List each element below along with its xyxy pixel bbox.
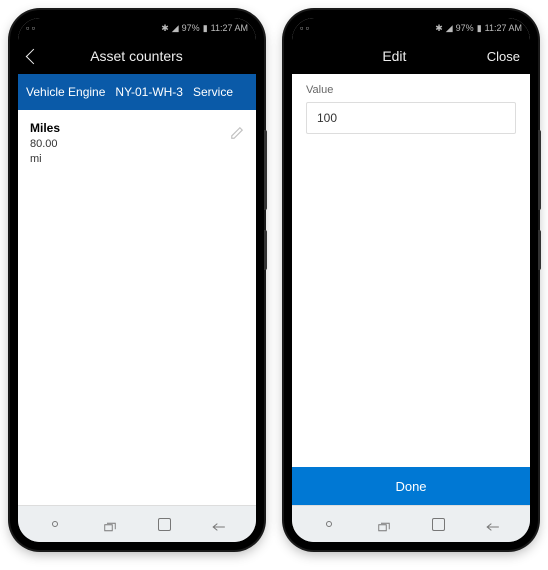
content-area: Value 100 Done [292, 74, 530, 505]
counter-unit: mi [30, 152, 60, 167]
page-title: Edit [302, 48, 487, 64]
content-area: Miles 80.00 mi [18, 110, 256, 505]
counter-row[interactable]: Miles 80.00 mi [18, 110, 256, 178]
asset-breadcrumb: Vehicle Engine NY-01-WH-3 Service [18, 74, 256, 110]
battery-pct: 97% [182, 23, 200, 33]
app-header: Edit Close [292, 38, 530, 74]
page-title: Asset counters [27, 48, 246, 64]
value-label: Value [306, 84, 516, 96]
counter-name: Miles [30, 120, 60, 137]
app-header: Asset counters [18, 38, 256, 74]
android-nav-bar [18, 505, 256, 542]
power-button [538, 230, 541, 270]
volume-button [264, 130, 267, 210]
bluetooth-icon: ✱ [435, 23, 443, 34]
asset-id: NY-01-WH-3 [115, 85, 183, 99]
signal-icon: ◢ [172, 23, 179, 34]
status-icons-left: ▫ ▫ [26, 23, 35, 33]
battery-icon: ▮ [477, 23, 482, 34]
asset-extra: Service [193, 85, 233, 99]
counter-info: Miles 80.00 mi [30, 120, 60, 168]
bluetooth-icon: ✱ [161, 23, 169, 34]
signal-icon: ◢ [446, 23, 453, 34]
nav-back-icon[interactable] [211, 516, 227, 532]
asset-type: Vehicle Engine [26, 85, 105, 99]
nav-home-icon[interactable] [430, 516, 446, 532]
screen-left: ▫ ▫ ✱ ◢ 97% ▮ 11:27 AM Asset counters Ve… [18, 18, 256, 542]
nav-menu-icon[interactable] [47, 516, 63, 532]
battery-pct: 97% [456, 23, 474, 33]
clock: 11:27 AM [485, 23, 522, 33]
done-button[interactable]: Done [292, 467, 530, 505]
nav-menu-icon[interactable] [321, 516, 337, 532]
phone-left: ▫ ▫ ✱ ◢ 97% ▮ 11:27 AM Asset counters Ve… [10, 10, 264, 550]
nav-back-icon[interactable] [485, 516, 501, 532]
phone-right: ▫ ▫ ✱ ◢ 97% ▮ 11:27 AM Edit Close Value … [284, 10, 538, 550]
nav-recent-icon[interactable] [376, 516, 392, 532]
value-input[interactable]: 100 [306, 102, 516, 134]
screen-right: ▫ ▫ ✱ ◢ 97% ▮ 11:27 AM Edit Close Value … [292, 18, 530, 542]
battery-icon: ▮ [203, 23, 208, 34]
form-area: Value 100 [292, 74, 530, 144]
pencil-icon[interactable] [230, 126, 244, 140]
status-icons-left: ▫ ▫ [300, 23, 309, 33]
nav-recent-icon[interactable] [102, 516, 118, 532]
nav-home-icon[interactable] [156, 516, 172, 532]
clock: 11:27 AM [211, 23, 248, 33]
counter-value: 80.00 [30, 137, 60, 152]
status-bar: ▫ ▫ ✱ ◢ 97% ▮ 11:27 AM [292, 18, 530, 38]
volume-button [538, 130, 541, 210]
power-button [264, 230, 267, 270]
android-nav-bar [292, 505, 530, 542]
status-bar: ▫ ▫ ✱ ◢ 97% ▮ 11:27 AM [18, 18, 256, 38]
close-button[interactable]: Close [487, 49, 520, 64]
